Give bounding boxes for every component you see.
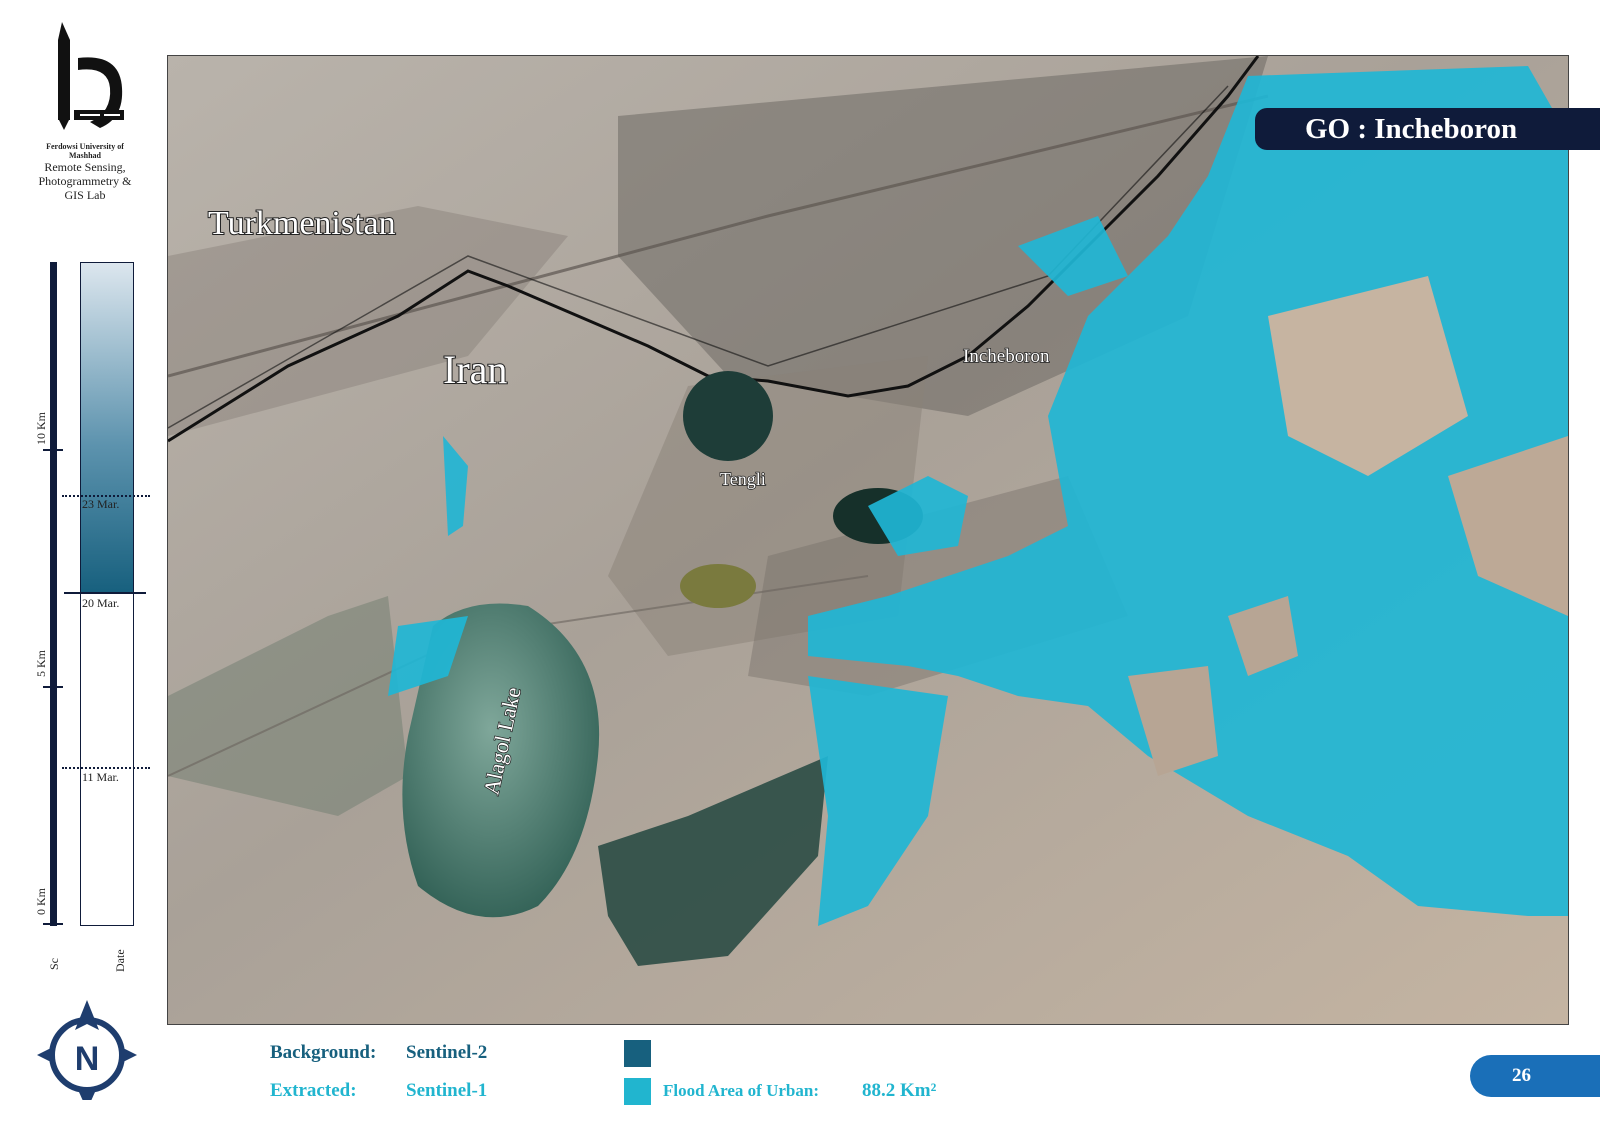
map-canvas[interactable]: Turkmenistan Iran Incheboron Tengli Alag… [168, 56, 1568, 1024]
date-label-23mar: 23 Mar. [82, 497, 120, 511]
flood-area-label: Flood Area of Urban: [663, 1081, 819, 1100]
small-lake [680, 564, 756, 608]
page-number: 26 [1470, 1055, 1600, 1097]
swatch-flood [624, 1078, 651, 1105]
scale-tick-10km [43, 449, 63, 451]
svg-text:N: N [75, 1040, 100, 1078]
scale-tick-5km [43, 686, 63, 688]
satellite-map[interactable]: Turkmenistan Iran Incheboron Tengli Alag… [167, 55, 1569, 1025]
date-marker-11mar [62, 767, 150, 769]
title-badge: GO : Incheboron [1255, 108, 1600, 150]
compass-north-icon: N [37, 1000, 137, 1110]
scale-label-0km: 0 Km [34, 888, 48, 915]
date-label-11mar: 11 Mar. [82, 770, 119, 784]
legend-background-key: Background: [270, 1042, 377, 1063]
date-label-20mar: 20 Mar. [82, 596, 120, 610]
label-incheboron: Incheboron [963, 346, 1050, 367]
flood-area-value: 88.2 Km² [862, 1080, 937, 1101]
university-logo-icon [58, 22, 124, 130]
date-axis-label: Date [113, 949, 127, 972]
university-name: Ferdowsi University of Mashhad [46, 142, 124, 160]
legend-background-value: Sentinel-2 [406, 1042, 488, 1063]
lab-name: Remote Sensing, Photogrammetry & GIS Lab [38, 160, 132, 202]
compass: N [37, 1000, 137, 1110]
label-turkmenistan: Turkmenistan [208, 205, 396, 242]
tengli-lake [683, 371, 773, 461]
scale-label-5km: 5 Km [34, 650, 48, 677]
scale-axis-label: Sc [47, 958, 61, 970]
date-bar [80, 262, 134, 926]
scale-label-10km: 10 Km [34, 412, 48, 445]
university-logo: Ferdowsi University of Mashhad Remote Se… [30, 18, 140, 202]
label-tengli: Tengli [720, 469, 766, 489]
legend-extracted-key: Extracted: [270, 1080, 357, 1101]
swatch-background [624, 1040, 651, 1067]
scale-tick-0km [43, 923, 63, 925]
label-iran: Iran [443, 347, 507, 392]
date-bar-fill [81, 263, 133, 593]
scale-bar [50, 262, 57, 926]
legend-extracted-value: Sentinel-1 [406, 1080, 488, 1101]
date-separator [64, 592, 146, 594]
